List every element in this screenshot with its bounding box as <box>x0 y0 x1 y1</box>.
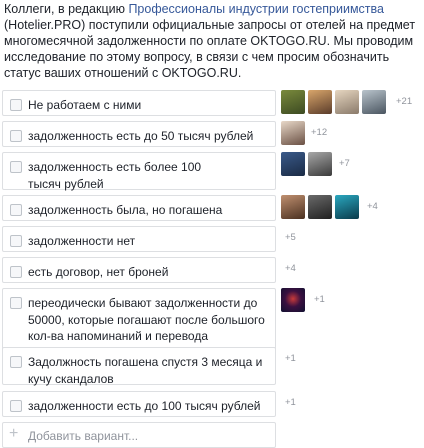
voter-avatar[interactable] <box>335 90 359 114</box>
voter-avatar[interactable] <box>335 195 359 219</box>
plus-icon: + <box>9 425 19 442</box>
intro-text-end: (Hotelier.PRO) поступили официальные зап… <box>4 18 416 80</box>
poll-option-box[interactable]: задолженности есть до 100 тысяч рублей <box>2 391 276 417</box>
more-voters-count[interactable]: +5 <box>285 232 296 243</box>
poll-option-box[interactable]: есть договор, нет броней <box>2 257 276 283</box>
more-voters-count[interactable]: +21 <box>396 96 412 107</box>
voter-avatar[interactable] <box>308 195 332 219</box>
checkbox[interactable] <box>10 266 22 278</box>
poll-option-box[interactable]: Задолжность погашена спустя 3 месяца и к… <box>2 347 276 386</box>
checkbox[interactable] <box>10 130 22 142</box>
voter-avatar[interactable] <box>281 121 305 145</box>
more-voters-count[interactable]: +4 <box>367 201 378 212</box>
poll-option-label: задолженности есть до 100 тысяч рублей <box>28 399 261 413</box>
add-option-input[interactable]: + Добавить вариант... <box>2 422 276 448</box>
voter-avatar[interactable] <box>281 152 305 176</box>
voter-avatar[interactable] <box>362 90 386 114</box>
poll-option-box[interactable]: Не работаем с ними <box>2 90 276 116</box>
poll-option-box[interactable]: задолженность была, но погашена <box>2 195 276 221</box>
checkbox[interactable] <box>10 161 22 173</box>
poll-option-label: есть договор, нет броней <box>28 265 169 279</box>
checkbox[interactable] <box>10 235 22 247</box>
more-voters-count[interactable]: +1 <box>314 294 325 305</box>
poll-option-box[interactable]: задолженности нет <box>2 226 276 252</box>
more-voters-count[interactable]: +1 <box>285 353 296 364</box>
voter-avatar[interactable] <box>308 152 332 176</box>
poll-option-label: задолженность есть более 100 тысяч рубле… <box>28 160 202 191</box>
voter-avatar[interactable] <box>281 90 305 114</box>
poll-option-label: задолженность была, но погашена <box>28 203 223 217</box>
checkbox[interactable] <box>10 400 22 412</box>
more-voters-count[interactable]: +12 <box>311 127 327 138</box>
poll-option-box[interactable]: задолженность есть до 50 тысяч рублей <box>2 121 276 147</box>
poll-option-label: задолженности нет <box>28 234 136 248</box>
checkbox[interactable] <box>10 356 22 368</box>
checkbox[interactable] <box>10 297 22 309</box>
intro-text-start: Коллеги, в редакцию <box>4 2 129 16</box>
more-voters-count[interactable]: +4 <box>285 263 296 274</box>
poll-option-box[interactable]: задолженность есть более 100 тысяч рубле… <box>2 152 276 191</box>
checkbox[interactable] <box>10 99 22 111</box>
add-option-placeholder: Добавить вариант... <box>28 429 139 443</box>
poll-option-label: Не работаем с ними <box>28 98 142 112</box>
voter-avatar[interactable] <box>281 288 305 312</box>
post-text: Коллеги, в редакцию Профессионалы индуст… <box>4 1 418 81</box>
checkbox[interactable] <box>10 204 22 216</box>
poll-option-label: задолженность есть до 50 тысяч рублей <box>28 129 254 143</box>
voter-avatar[interactable] <box>281 195 305 219</box>
more-voters-count[interactable]: +7 <box>339 158 350 169</box>
more-voters-count[interactable]: +1 <box>285 397 296 408</box>
voter-avatar[interactable] <box>308 90 332 114</box>
group-link[interactable]: Профессионалы индустрии гостеприимства <box>128 2 384 16</box>
poll-option-label: Задолжность погашена спустя 3 месяца и к… <box>28 355 263 386</box>
